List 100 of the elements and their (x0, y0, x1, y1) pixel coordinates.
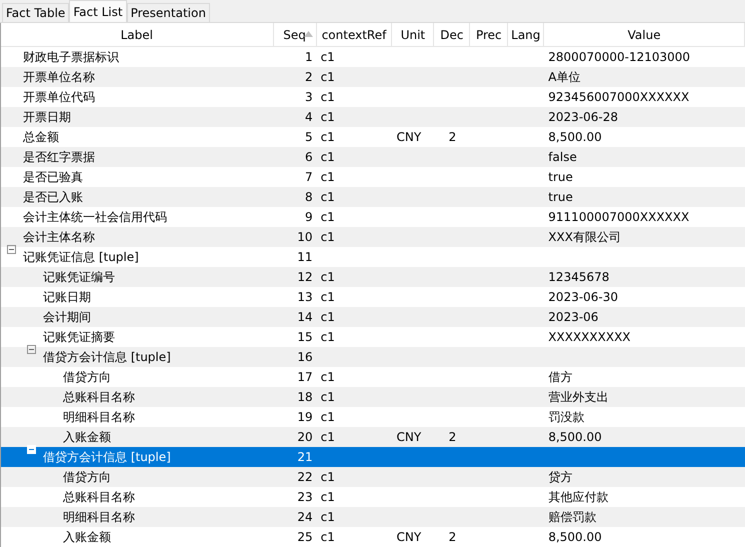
unit-cell: CNY (396, 530, 422, 544)
table-row[interactable]: 会计期间 14 c1 2023-06 (1, 307, 745, 327)
context-cell: c1 (320, 190, 335, 204)
table-row[interactable]: 入账金额 25 c1 CNY 2 8,500.00 (1, 527, 745, 547)
value-cell: 其他应付款 (548, 490, 608, 504)
context-cell: c1 (320, 110, 335, 124)
value-cell: A单位 (548, 70, 580, 84)
table-row[interactable]: 会计主体名称 10 c1 XXX有限公司 (1, 227, 745, 247)
label-cell: 借贷方向 (63, 368, 111, 386)
table-row[interactable]: 开票日期 4 c1 2023-06-28 (1, 107, 745, 127)
value-cell: 2023-06 (548, 310, 598, 324)
value-cell: 12345678 (548, 270, 610, 284)
value-cell: 2023-06-28 (548, 110, 618, 124)
sort-icon (304, 31, 313, 37)
column-header[interactable]: Seq (274, 23, 317, 46)
label-cell: 是否红字票据 (23, 148, 95, 166)
tab[interactable]: Presentation (126, 3, 210, 22)
table-row[interactable]: 记账凭证编号 12 c1 12345678 (1, 267, 745, 287)
label-cell: 会计期间 (43, 308, 91, 326)
context-cell: c1 (320, 490, 335, 504)
context-cell: c1 (320, 410, 335, 424)
context-cell: c1 (320, 510, 335, 524)
tab[interactable]: Fact List (69, 0, 127, 22)
column-header[interactable]: contextRef (316, 23, 392, 46)
value-cell: 923456007000XXXXXX (548, 90, 690, 104)
seq-cell: 23 (297, 490, 313, 504)
seq-cell: 5 (304, 130, 313, 144)
table-row[interactable]: 会计主体统一社会信用代码 9 c1 911100007000XXXXXX (1, 207, 745, 227)
label-cell: 入账金额 (63, 528, 111, 546)
table-row[interactable]: 总账科目名称 18 c1 营业外支出 (1, 387, 745, 407)
seq-cell: 2 (304, 70, 313, 84)
table-row[interactable]: 总金额 5 c1 CNY 2 8,500.00 (1, 127, 745, 147)
seq-cell: 21 (297, 450, 313, 464)
label-cell: 开票单位代码 (23, 88, 95, 106)
context-cell: c1 (320, 290, 335, 304)
column-header[interactable]: Dec (434, 23, 470, 46)
table-row[interactable]: 借贷方向 17 c1 借方 (1, 367, 745, 387)
table-row[interactable]: 是否红字票据 6 c1 false (1, 147, 745, 167)
value-cell: 8,500.00 (548, 130, 602, 144)
seq-cell: 19 (297, 410, 313, 424)
seq-cell: 24 (297, 510, 313, 524)
column-header[interactable]: Label (1, 23, 274, 46)
table-row[interactable]: 明细科目名称 19 c1 罚没款 (1, 407, 745, 427)
table-row[interactable]: 明细科目名称 24 c1 赔偿罚款 (1, 507, 745, 527)
column-header[interactable]: Lang (508, 23, 544, 46)
label-cell: 入账金额 (63, 428, 111, 446)
column-header[interactable]: Prec (470, 23, 508, 46)
value-cell: 2800070000-12103000 (548, 50, 690, 64)
value-cell: 2023-06-30 (548, 290, 618, 304)
value-cell: true (548, 170, 573, 184)
table-row[interactable]: 开票单位名称 2 c1 A单位 (1, 67, 745, 87)
label-cell: 借贷方会计信息 [tuple] (43, 348, 171, 366)
decimals-cell: 2 (448, 530, 456, 544)
context-cell: c1 (320, 370, 335, 384)
column-header[interactable]: Value (544, 23, 745, 46)
collapse-icon[interactable] (27, 344, 36, 354)
value-cell: 罚没款 (548, 410, 584, 424)
context-cell: c1 (320, 210, 335, 224)
context-cell: c1 (320, 330, 335, 344)
seq-cell: 18 (297, 390, 313, 404)
context-cell: c1 (320, 150, 335, 164)
context-cell: c1 (320, 530, 335, 544)
context-cell: c1 (320, 430, 335, 444)
seq-cell: 1 (304, 50, 313, 64)
tab[interactable]: Fact Table (2, 3, 70, 22)
table-row[interactable]: 记账日期 13 c1 2023-06-30 (1, 287, 745, 307)
column-header[interactable]: Unit (392, 23, 434, 46)
label-cell: 明细科目名称 (63, 408, 135, 426)
table-row[interactable]: 借贷方会计信息 [tuple] 16 (1, 347, 745, 367)
seq-cell: 9 (304, 210, 313, 224)
collapse-icon[interactable] (7, 244, 16, 254)
table-row[interactable]: 入账金额 20 c1 CNY 2 8,500.00 (1, 427, 745, 447)
seq-cell: 4 (304, 110, 313, 124)
label-cell: 明细科目名称 (63, 508, 135, 526)
label-cell: 借贷方会计信息 [tuple] (43, 448, 171, 466)
table-row[interactable]: 记账凭证摘要 15 c1 XXXXXXXXXX (1, 327, 745, 347)
seq-cell: 22 (297, 470, 313, 484)
label-cell: 记账凭证信息 [tuple] (23, 248, 139, 266)
table-row[interactable]: 是否已验真 7 c1 true (1, 167, 745, 187)
table-row[interactable]: 借贷方会计信息 [tuple] 21 (1, 447, 745, 467)
value-cell: 借方 (548, 370, 572, 384)
table-row[interactable]: 财政电子票据标识 1 c1 2800070000-12103000 (1, 47, 745, 67)
table-row[interactable]: 总账科目名称 23 c1 其他应付款 (1, 487, 745, 507)
seq-cell: 13 (297, 290, 313, 304)
context-cell: c1 (320, 270, 335, 284)
label-cell: 总账科目名称 (63, 488, 135, 506)
value-cell: 赔偿罚款 (548, 510, 596, 524)
context-cell: c1 (320, 170, 335, 184)
value-cell: 8,500.00 (548, 530, 602, 544)
context-cell: c1 (320, 70, 335, 84)
table-row[interactable]: 记账凭证信息 [tuple] 11 (1, 247, 745, 267)
table-row[interactable]: 开票单位代码 3 c1 923456007000XXXXXX (1, 87, 745, 107)
value-cell: 贷方 (548, 470, 572, 484)
table-row[interactable]: 借贷方向 22 c1 贷方 (1, 467, 745, 487)
seq-cell: 3 (304, 90, 313, 104)
seq-cell: 16 (297, 350, 313, 364)
label-cell: 记账日期 (43, 288, 91, 306)
context-cell: c1 (320, 230, 335, 244)
context-cell: c1 (320, 390, 335, 404)
table-row[interactable]: 是否已入账 8 c1 true (1, 187, 745, 207)
